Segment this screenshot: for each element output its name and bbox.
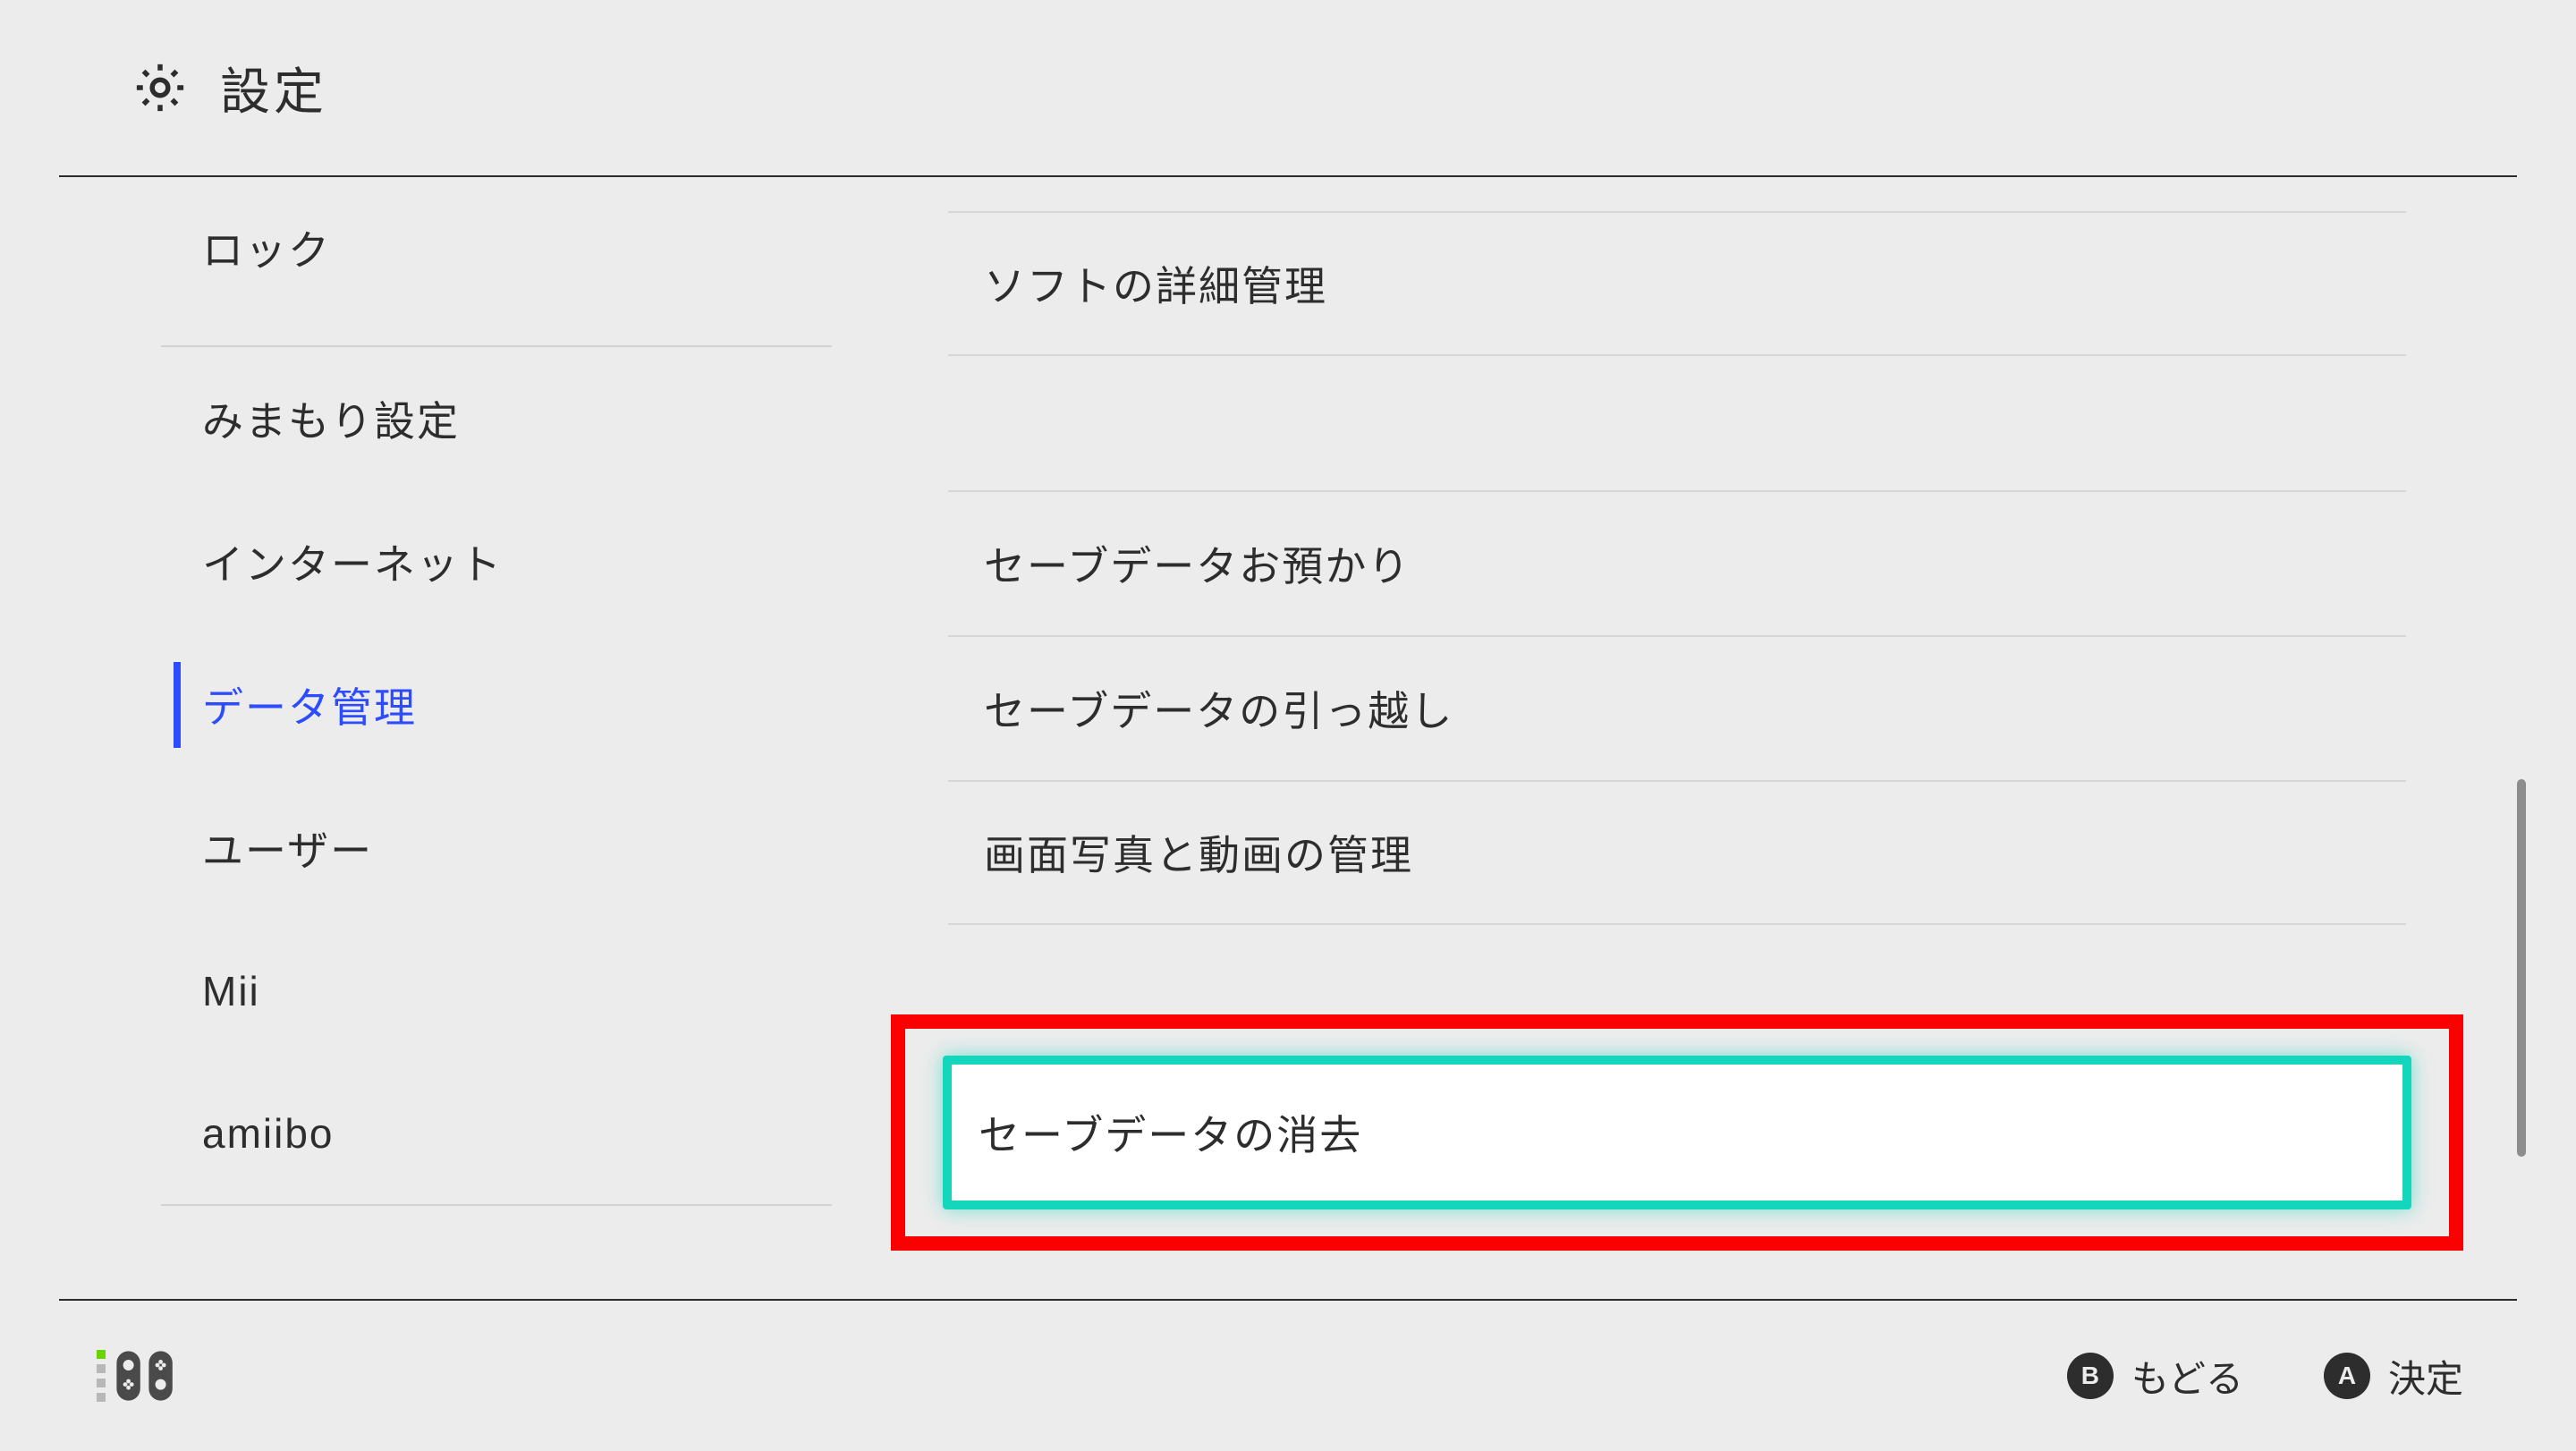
page-title: 設定 (220, 52, 327, 124)
sidebar: ロック みまもり設定 インターネット データ管理 ユーザー Mii amiibo (161, 177, 832, 1299)
sidebar-item-label: amiibo (202, 1109, 335, 1158)
content-item-save-transfer[interactable]: セーブデータの引っ越し (948, 635, 2406, 780)
content-item-screenshots[interactable]: 画面写真と動画の管理 (948, 780, 2406, 925)
sidebar-item-mii[interactable]: Mii (161, 920, 832, 1063)
joycon-icon (114, 1349, 179, 1403)
player-light-off (97, 1364, 106, 1373)
content-item-label: 画面写真と動画の管理 (984, 823, 1413, 882)
player-light-on (97, 1350, 106, 1359)
group-gap (948, 356, 2406, 490)
content-item-software-detail[interactable]: ソフトの詳細管理 (948, 211, 2406, 356)
annotation-highlight: セーブデータの消去 (891, 1014, 2463, 1251)
sidebar-item-label: ユーザー (202, 819, 373, 878)
gear-icon (131, 58, 190, 117)
main: ロック みまもり設定 インターネット データ管理 ユーザー Mii amiibo… (0, 177, 2576, 1299)
b-button-hint: B もどる (2067, 1349, 2243, 1404)
sidebar-item-label: インターネット (202, 532, 503, 591)
sidebar-item-amiibo[interactable]: amiibo (161, 1063, 832, 1206)
a-button-hint: A 決定 (2324, 1349, 2463, 1404)
sidebar-item-parental[interactable]: みまもり設定 (161, 347, 832, 490)
a-label: 決定 (2388, 1349, 2463, 1404)
header: 設定 (59, 0, 2517, 177)
content-item-label: セーブデータの引っ越し (984, 679, 1453, 738)
content-item-delete-save-data[interactable]: セーブデータの消去 (943, 1056, 2411, 1209)
sidebar-item-label: ロック (202, 218, 331, 277)
footer-hints: B もどる A 決定 (2067, 1349, 2463, 1404)
b-label: もどる (2131, 1349, 2243, 1404)
footer: B もどる A 決定 (59, 1299, 2517, 1451)
a-button-icon: A (2324, 1353, 2370, 1399)
content-item-label: セーブデータお預かり (984, 534, 1411, 593)
sidebar-item-data-management[interactable]: データ管理 (161, 633, 832, 776)
sidebar-item-lock[interactable]: ロック (161, 177, 832, 347)
content-item-label: ソフトの詳細管理 (984, 254, 1327, 313)
sidebar-item-internet[interactable]: インターネット (161, 490, 832, 633)
sidebar-item-user[interactable]: ユーザー (161, 776, 832, 920)
scroll-thumb[interactable] (2517, 779, 2526, 1157)
sidebar-item-label: データ管理 (202, 675, 417, 734)
sidebar-item-label: Mii (202, 967, 260, 1015)
content-pane: ソフトの詳細管理 セーブデータお預かり セーブデータの引っ越し 画面写真と動画の… (948, 177, 2406, 1299)
controller-indicator (97, 1349, 179, 1403)
content-item-save-backup[interactable]: セーブデータお預かり (948, 490, 2406, 635)
player-lights (97, 1350, 106, 1402)
content-item-label: セーブデータの消去 (979, 1103, 1362, 1162)
player-light-off (97, 1393, 106, 1402)
b-glyph: B (2081, 1362, 2099, 1390)
a-glyph: A (2338, 1362, 2356, 1390)
b-button-icon: B (2067, 1353, 2114, 1399)
scroll-track[interactable] (2517, 179, 2526, 1290)
sidebar-item-label: みまもり設定 (202, 389, 460, 448)
player-light-off (97, 1379, 106, 1387)
